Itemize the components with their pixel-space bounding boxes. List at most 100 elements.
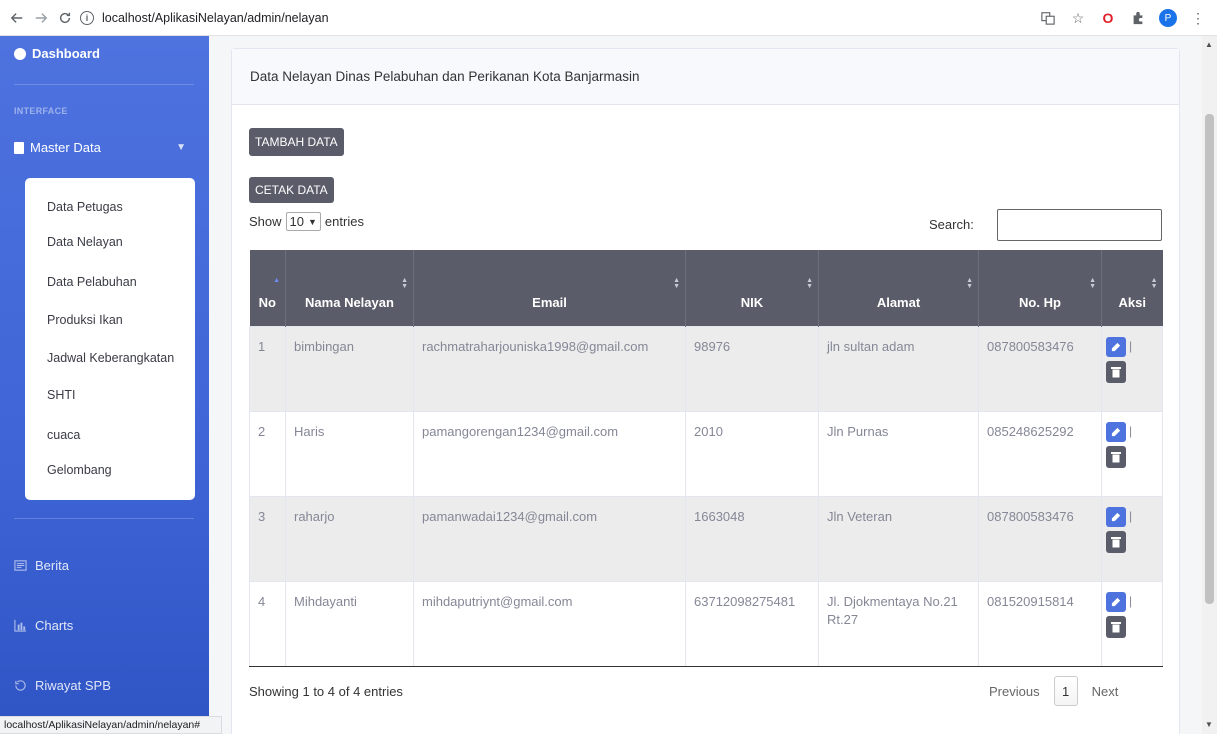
submenu-item-jadwal-keberangkatan[interactable]: Jadwal Keberangkatan bbox=[47, 351, 174, 365]
back-icon[interactable] bbox=[6, 7, 28, 29]
cetak-data-button[interactable]: CETAK DATA bbox=[249, 177, 334, 203]
delete-button[interactable] bbox=[1106, 445, 1126, 468]
next-button[interactable]: Next bbox=[1092, 684, 1119, 699]
cell-alamat: Jln Veteran bbox=[818, 495, 979, 582]
reload-icon[interactable] bbox=[54, 7, 76, 29]
submenu-item-data-petugas[interactable]: Data Petugas bbox=[47, 200, 123, 214]
cell-hp: 085248625292 bbox=[978, 410, 1102, 497]
entries-value: 10 bbox=[289, 214, 304, 229]
edit-button[interactable] bbox=[1106, 506, 1126, 527]
extensions-puzzle-icon[interactable] bbox=[1129, 9, 1147, 27]
cell-aksi: | bbox=[1101, 495, 1163, 582]
trash-icon bbox=[1111, 536, 1121, 547]
header-no-hp-label: No. Hp bbox=[1019, 294, 1061, 310]
action-separator: | bbox=[1129, 338, 1133, 353]
column-header-aksi[interactable]: Aksi ▲ ▼ bbox=[1101, 250, 1163, 326]
cell-alamat: Jln Purnas bbox=[818, 410, 979, 497]
cell-nik: 98976 bbox=[685, 325, 819, 412]
table-header-row: No ▲ Nama Nelayan ▲ ▼ Email ▲ ▼ NIK ▲ ▼ Alamat ▲… bbox=[249, 250, 1163, 326]
sidebar-item-charts[interactable]: Charts bbox=[14, 618, 73, 633]
sidebar-item-master-data[interactable]: Master Data ▼ bbox=[14, 140, 194, 155]
sidebar-brand-label: Dashboard bbox=[32, 46, 100, 61]
sidebar-item-riwayat-spb[interactable]: Riwayat SPB bbox=[14, 678, 111, 693]
cell-aksi: | bbox=[1101, 325, 1163, 412]
action-separator: | bbox=[1129, 593, 1133, 608]
sort-icon: ▲ ▼ bbox=[1089, 277, 1096, 290]
edit-button[interactable] bbox=[1106, 421, 1126, 442]
menu-dots-icon[interactable]: ⋮ bbox=[1189, 9, 1207, 27]
header-nik-label: NIK bbox=[740, 294, 764, 310]
column-header-no[interactable]: No ▲ bbox=[249, 250, 286, 326]
pagination: Previous 1 Next bbox=[989, 676, 1118, 706]
bookmark-star-icon[interactable]: ☆ bbox=[1069, 9, 1087, 27]
translate-icon[interactable] bbox=[1039, 9, 1057, 27]
cell-no: 2 bbox=[249, 410, 286, 497]
column-header-alamat[interactable]: Alamat ▲ ▼ bbox=[818, 250, 979, 326]
entries-length-control: Show 10 ▼ entries bbox=[249, 212, 364, 231]
scroll-down-icon[interactable]: ▼ bbox=[1205, 720, 1213, 729]
chevron-down-icon: ▼ bbox=[176, 142, 186, 153]
table-row: 3 raharjo pamanwadai1234@gmail.com 16630… bbox=[249, 495, 1163, 582]
master-data-submenu: Data Petugas Data Nelayan Data Pelabuhan… bbox=[25, 178, 195, 500]
cell-aksi: | bbox=[1101, 410, 1163, 497]
submenu-item-gelombang[interactable]: Gelombang bbox=[47, 463, 112, 477]
entries-select[interactable]: 10 ▼ bbox=[285, 212, 321, 231]
submenu-item-data-pelabuhan[interactable]: Data Pelabuhan bbox=[47, 275, 137, 289]
forward-icon[interactable] bbox=[30, 7, 52, 29]
edit-icon bbox=[1111, 342, 1120, 352]
edit-icon bbox=[1111, 427, 1120, 437]
header-aksi-label: Aksi bbox=[1118, 294, 1146, 310]
scroll-up-icon[interactable]: ▲ bbox=[1205, 40, 1213, 49]
info-icon[interactable]: i bbox=[80, 11, 94, 25]
action-separator: | bbox=[1129, 423, 1133, 438]
trash-icon bbox=[1111, 451, 1121, 462]
delete-button[interactable] bbox=[1106, 360, 1126, 383]
header-no-label: No bbox=[258, 294, 276, 310]
profile-avatar[interactable]: P bbox=[1159, 9, 1177, 27]
cell-email: pamangorengan1234@gmail.com bbox=[413, 410, 686, 497]
address-bar[interactable]: i localhost/AplikasiNelayan/admin/nelaya… bbox=[80, 6, 329, 30]
search-input[interactable] bbox=[997, 209, 1162, 241]
delete-button[interactable] bbox=[1106, 530, 1126, 553]
cell-hp: 081520915814 bbox=[978, 580, 1102, 667]
column-header-nik[interactable]: NIK ▲ ▼ bbox=[685, 250, 819, 326]
scroll-thumb[interactable] bbox=[1205, 114, 1214, 604]
browser-toolbar: i localhost/AplikasiNelayan/admin/nelaya… bbox=[0, 0, 1217, 36]
submenu-item-produksi-ikan[interactable]: Produksi Ikan bbox=[47, 313, 123, 327]
submenu-item-cuaca[interactable]: cuaca bbox=[47, 428, 80, 442]
previous-button[interactable]: Previous bbox=[989, 684, 1040, 699]
trash-icon bbox=[1111, 366, 1121, 377]
opera-extension-icon[interactable]: O bbox=[1099, 9, 1117, 27]
edit-button[interactable] bbox=[1106, 591, 1126, 612]
cell-nama: bimbingan bbox=[285, 325, 414, 412]
cell-nama: Mihdayanti bbox=[285, 580, 414, 667]
page-1-button[interactable]: 1 bbox=[1053, 676, 1078, 706]
cell-hp: 087800583476 bbox=[978, 495, 1102, 582]
page-scrollbar[interactable]: ▲ ▼ bbox=[1202, 36, 1217, 734]
browser-actions: ☆ O P ⋮ bbox=[1039, 6, 1207, 30]
sort-icon: ▲ ▼ bbox=[673, 277, 680, 290]
sidebar-item-berita[interactable]: Berita bbox=[14, 558, 69, 573]
sort-icon: ▲ ▼ bbox=[1150, 277, 1158, 290]
sidebar-riwayat-label: Riwayat SPB bbox=[35, 678, 111, 693]
sidebar-berita-label: Berita bbox=[35, 558, 69, 573]
delete-button[interactable] bbox=[1106, 615, 1126, 638]
sidebar-item-dashboard[interactable]: Dashboard bbox=[14, 46, 100, 61]
column-header-nama[interactable]: Nama Nelayan ▲ ▼ bbox=[285, 250, 414, 326]
tambah-data-button[interactable]: TAMBAH DATA bbox=[249, 128, 344, 156]
sort-icon: ▲ bbox=[273, 277, 280, 284]
cell-alamat: Jl. Djokmentaya No.21 Rt.27 bbox=[818, 580, 979, 667]
column-header-no-hp[interactable]: No. Hp ▲ ▼ bbox=[978, 250, 1102, 326]
sidebar-heading: INTERFACE bbox=[14, 106, 68, 116]
column-header-email[interactable]: Email ▲ ▼ bbox=[413, 250, 686, 326]
edit-button[interactable] bbox=[1106, 336, 1126, 357]
submenu-item-data-nelayan[interactable]: Data Nelayan bbox=[47, 235, 123, 249]
sort-icon: ▲ ▼ bbox=[966, 277, 973, 290]
header-email-label: Email bbox=[532, 294, 567, 310]
table-row: 1 bimbingan rachmatraharjouniska1998@gma… bbox=[249, 325, 1163, 412]
cell-alamat: jln sultan adam bbox=[818, 325, 979, 412]
cell-aksi: | bbox=[1101, 580, 1163, 667]
cell-nik: 63712098275481 bbox=[685, 580, 819, 667]
submenu-item-shti[interactable]: SHTI bbox=[47, 388, 75, 402]
sidebar-divider bbox=[14, 84, 194, 85]
